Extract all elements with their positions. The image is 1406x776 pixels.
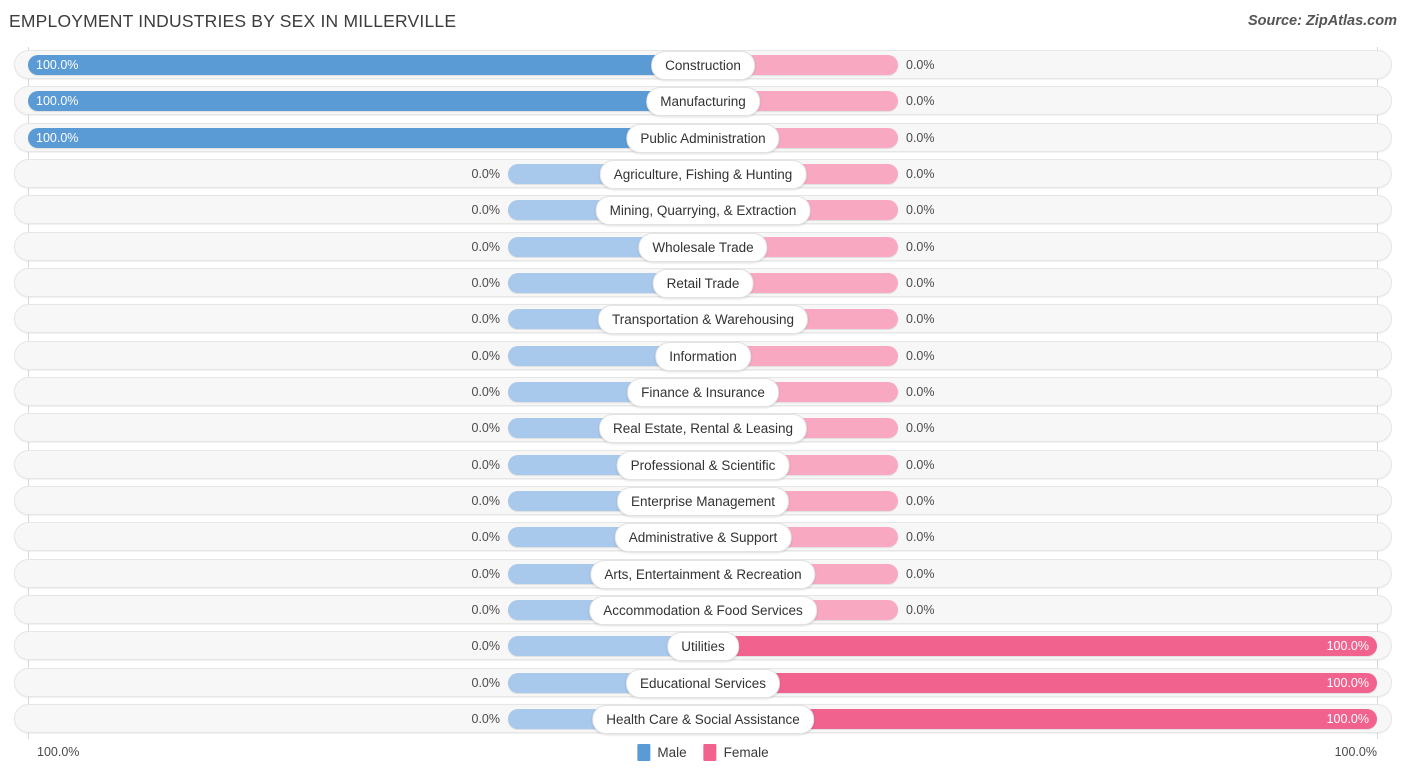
bar-value-female: 0.0% — [906, 239, 935, 254]
bar-category-label: Finance & Insurance — [627, 377, 779, 407]
bar-category-label: Mining, Quarrying, & Extraction — [595, 196, 811, 226]
bar-row[interactable]: 0.0% 100.0% Health Care & Social Assistanc… — [0, 701, 1406, 737]
bar-value-female: 0.0% — [906, 94, 935, 109]
bar-value-male: 0.0% — [471, 639, 501, 654]
bar-value-female: 100.0% — [1326, 639, 1369, 654]
bar-value-female: 100.0% — [1326, 711, 1369, 726]
legend-label-female: Female — [723, 745, 769, 760]
bar-value-female: 0.0% — [906, 566, 935, 581]
bar-category-label: Professional & Scientific — [616, 450, 790, 480]
bar-value-male: 100.0% — [36, 94, 79, 109]
bar-value-female: 0.0% — [906, 493, 935, 508]
bar-male[interactable] — [28, 127, 703, 148]
bar-value-male: 0.0% — [471, 203, 501, 218]
bar-value-male: 100.0% — [36, 58, 79, 72]
bar-row[interactable]: 0.0% 0.0% Mining, Quarrying, & Extraction — [0, 192, 1406, 228]
bar-value-female: 0.0% — [906, 312, 935, 327]
bar-category-label: Agriculture, Fishing & Hunting — [599, 159, 807, 189]
bar-row[interactable]: 0.0% 0.0% Accommodation & Food Services — [0, 592, 1406, 628]
bar-row[interactable]: 100.0% 0.0% Construction — [0, 47, 1406, 83]
bar-value-male: 0.0% — [471, 457, 501, 472]
bar-value-female: 0.0% — [906, 348, 935, 363]
bar-category-label: Manufacturing — [646, 87, 760, 117]
chart-footer: 100.0% 100.0% Male Female — [0, 739, 1406, 776]
legend-item-male[interactable]: Male — [637, 744, 687, 761]
legend-swatch-female-icon — [703, 744, 717, 761]
bar-row[interactable]: 0.0% 0.0% Finance & Insurance — [0, 374, 1406, 410]
bar-value-male: 0.0% — [471, 166, 501, 181]
bar-value-male: 0.0% — [471, 275, 501, 290]
bar-rows-container: 100.0% 0.0% Construction 100.0% 0.0% Manufact… — [0, 47, 1406, 737]
chart-legend: Male Female — [637, 744, 769, 761]
chart-plot-area: 100.0% 0.0% Construction 100.0% 0.0% Manufact… — [0, 47, 1406, 739]
bar-female[interactable] — [703, 636, 1377, 657]
bar-row[interactable]: 0.0% 0.0% Wholesale Trade — [0, 229, 1406, 265]
bar-value-male: 0.0% — [471, 602, 501, 617]
bar-row[interactable]: 0.0% 100.0% Educational Services — [0, 665, 1406, 701]
bar-value-male: 0.0% — [471, 566, 501, 581]
bar-value-female: 0.0% — [906, 421, 935, 436]
bar-value-male: 0.0% — [471, 421, 501, 436]
bar-value-male: 0.0% — [471, 239, 501, 254]
page-title: EMPLOYMENT INDUSTRIES BY SEX IN MILLERVI… — [9, 11, 457, 31]
axis-label-left: 100.0% — [37, 745, 80, 759]
bar-value-male: 0.0% — [471, 493, 501, 508]
bar-row[interactable]: 100.0% 0.0% Manufacturing — [0, 83, 1406, 119]
bar-value-female: 0.0% — [906, 602, 935, 617]
bar-row[interactable]: 0.0% 0.0% Real Estate, Rental & Leasing — [0, 410, 1406, 446]
bar-category-label: Educational Services — [625, 668, 781, 698]
bar-category-label: Health Care & Social Assistance — [592, 704, 814, 734]
bar-male[interactable] — [28, 91, 703, 112]
bar-value-female: 0.0% — [906, 58, 935, 72]
axis-label-right: 100.0% — [1334, 745, 1377, 759]
bar-category-label: Construction — [651, 51, 755, 80]
bar-male[interactable] — [28, 55, 703, 75]
bar-row[interactable]: 0.0% 0.0% Arts, Entertainment & Recreation — [0, 556, 1406, 592]
bar-row[interactable]: 0.0% 0.0% Professional & Scientific — [0, 447, 1406, 483]
bar-value-female: 0.0% — [906, 203, 935, 218]
bar-category-label: Utilities — [667, 632, 739, 662]
bar-value-male: 0.0% — [471, 711, 501, 726]
bar-female[interactable] — [703, 672, 1377, 693]
legend-item-female[interactable]: Female — [703, 744, 769, 761]
bar-value-female: 0.0% — [906, 384, 935, 399]
bar-value-female: 100.0% — [1326, 675, 1369, 690]
bar-value-male: 0.0% — [471, 675, 501, 690]
bar-value-male: 0.0% — [471, 530, 501, 545]
bar-value-male: 0.0% — [471, 312, 501, 327]
bar-row[interactable]: 0.0% 0.0% Administrative & Support — [0, 519, 1406, 555]
bar-value-male: 0.0% — [471, 348, 501, 363]
bar-value-female: 0.0% — [906, 130, 935, 145]
bar-category-label: Accommodation & Food Services — [589, 595, 817, 625]
bar-category-label: Retail Trade — [652, 268, 754, 298]
bar-value-male: 0.0% — [471, 384, 501, 399]
bar-value-male: 100.0% — [36, 130, 79, 145]
bar-category-label: Enterprise Management — [616, 486, 790, 516]
bar-row[interactable]: 0.0% 0.0% Transportation & Warehousing — [0, 301, 1406, 337]
bar-value-female: 0.0% — [906, 275, 935, 290]
bar-row[interactable]: 0.0% 0.0% Information — [0, 338, 1406, 374]
bar-value-female: 0.0% — [906, 166, 935, 181]
bar-value-female: 0.0% — [906, 457, 935, 472]
bar-category-label: Arts, Entertainment & Recreation — [590, 559, 816, 589]
legend-label-male: Male — [657, 745, 687, 760]
bar-category-label: Transportation & Warehousing — [597, 305, 809, 335]
bar-row[interactable]: 0.0% 0.0% Enterprise Management — [0, 483, 1406, 519]
bar-row[interactable]: 0.0% 0.0% Agriculture, Fishing & Hunting — [0, 156, 1406, 192]
bar-category-label: Public Administration — [626, 123, 780, 153]
bar-category-label: Administrative & Support — [614, 523, 792, 553]
bar-value-female: 0.0% — [906, 530, 935, 545]
source-attribution: Source: ZipAtlas.com — [1247, 13, 1397, 29]
chart-header: EMPLOYMENT INDUSTRIES BY SEX IN MILLERVI… — [0, 0, 1406, 44]
legend-swatch-male-icon — [637, 744, 651, 761]
bar-row[interactable]: 0.0% 0.0% Retail Trade — [0, 265, 1406, 301]
bar-category-label: Real Estate, Rental & Leasing — [598, 414, 808, 444]
bar-category-label: Information — [655, 341, 751, 371]
bar-category-label: Wholesale Trade — [638, 232, 768, 262]
bar-row[interactable]: 100.0% 0.0% Public Administration — [0, 120, 1406, 156]
bar-row[interactable]: 0.0% 100.0% Utilities — [0, 628, 1406, 664]
